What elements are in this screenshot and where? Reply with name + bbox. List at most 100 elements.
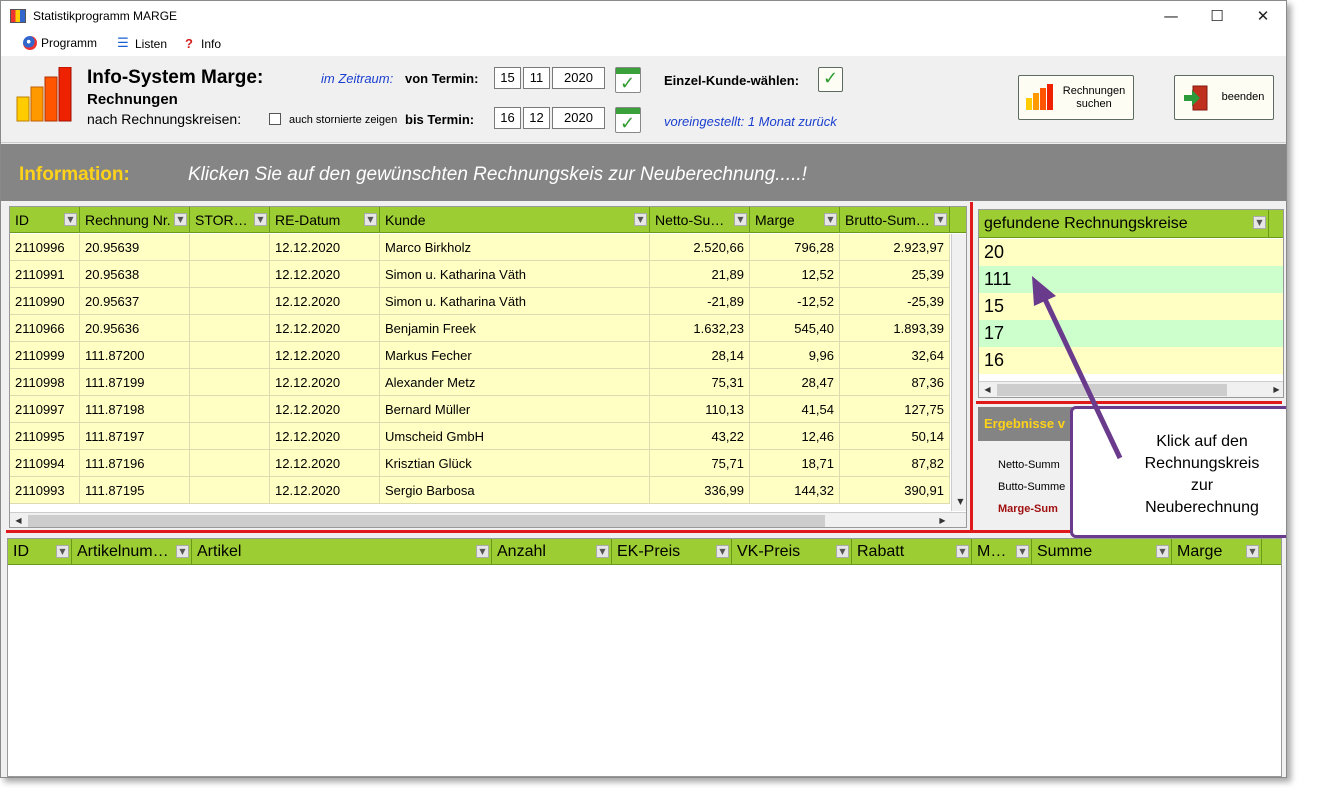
maximize-button[interactable]: ☐ bbox=[1194, 1, 1240, 32]
customer-select-button[interactable]: ✓ bbox=[818, 67, 843, 92]
table-cell: 2110997 bbox=[10, 396, 80, 423]
filter-dropdown-icon[interactable]: ▼ bbox=[64, 213, 77, 226]
invoice-column-header[interactable]: STOR… ▼ bbox=[190, 207, 270, 233]
article-column-header[interactable]: VK-Preis ▼ bbox=[732, 539, 852, 565]
filter-dropdown-icon[interactable]: ▼ bbox=[596, 545, 609, 558]
page-title: Info-System Marge: bbox=[87, 67, 264, 88]
filter-dropdown-icon[interactable]: ▼ bbox=[364, 213, 377, 226]
invoice-circles-header-cell[interactable]: gefundene Rechnungskreise ▼ bbox=[979, 210, 1269, 238]
article-column-header[interactable]: EK-Preis ▼ bbox=[612, 539, 732, 565]
article-column-header[interactable]: Rabatt ▼ bbox=[852, 539, 972, 565]
page-subtitle-2: nach Rechnungskreisen: bbox=[87, 111, 242, 127]
filter-dropdown-icon[interactable]: ▼ bbox=[1246, 545, 1259, 558]
marge-sum-label: Marge-Sum bbox=[998, 503, 1058, 515]
scroll-thumb[interactable] bbox=[28, 515, 825, 527]
filter-dropdown-icon[interactable]: ▼ bbox=[824, 213, 837, 226]
invoice-column-header[interactable]: Marge ▼ bbox=[750, 207, 840, 233]
article-column-header[interactable]: Anzahl ▼ bbox=[492, 539, 612, 565]
article-column-header[interactable]: Summe ▼ bbox=[1032, 539, 1172, 565]
table-row[interactable]: 2110999 111.87200 12.12.2020 Markus Fecher 2… bbox=[10, 342, 950, 369]
scroll-thumb[interactable] bbox=[997, 384, 1227, 396]
list-item[interactable]: 17 bbox=[979, 320, 1283, 347]
filter-dropdown-icon[interactable]: ▼ bbox=[716, 545, 729, 558]
filter-dropdown-icon[interactable]: ▼ bbox=[1156, 545, 1169, 558]
list-item[interactable]: 111 bbox=[979, 266, 1283, 293]
scroll-down-icon[interactable]: ▼ bbox=[952, 494, 966, 510]
storno-checkbox[interactable] bbox=[269, 113, 281, 125]
filter-dropdown-icon[interactable]: ▼ bbox=[934, 213, 947, 226]
table-cell: Marco Birkholz bbox=[380, 234, 650, 261]
filter-dropdown-icon[interactable]: ▼ bbox=[634, 213, 647, 226]
table-row[interactable]: 2110966 20.95636 12.12.2020 Benjamin Freek 1… bbox=[10, 315, 950, 342]
filter-dropdown-icon[interactable]: ▼ bbox=[176, 545, 189, 558]
filter-dropdown-icon[interactable]: ▼ bbox=[836, 545, 849, 558]
scroll-right-icon[interactable]: ▶ bbox=[934, 513, 951, 527]
article-column-header[interactable]: M… ▼ bbox=[972, 539, 1032, 565]
table-cell: 110,13 bbox=[650, 396, 750, 423]
splitter-right[interactable] bbox=[976, 401, 1282, 404]
search-invoices-button[interactable]: Rechnungen suchen bbox=[1018, 75, 1134, 120]
table-cell: 12.12.2020 bbox=[270, 342, 380, 369]
filter-dropdown-icon[interactable]: ▼ bbox=[734, 213, 747, 226]
list-item[interactable]: 15 bbox=[979, 293, 1283, 320]
table-row[interactable]: 2110996 20.95639 12.12.2020 Marco Birkholz 2… bbox=[10, 234, 950, 261]
table-row[interactable]: 2110994 111.87196 12.12.2020 Krisztian Glüc… bbox=[10, 450, 950, 477]
table-cell: Sergio Barbosa bbox=[380, 477, 650, 504]
to-year-input[interactable]: 2020 bbox=[552, 107, 605, 129]
article-column-header[interactable]: Artikelnum… ▼ bbox=[72, 539, 192, 565]
to-calendar-icon[interactable]: ✓ bbox=[615, 107, 641, 134]
table-cell: Bernard Müller bbox=[380, 396, 650, 423]
table-row[interactable]: 2110998 111.87199 12.12.2020 Alexander Metz… bbox=[10, 369, 950, 396]
invoice-vertical-scrollbar[interactable]: ▼ bbox=[951, 234, 966, 511]
table-row[interactable]: 2110993 111.87195 12.12.2020 Sergio Barbosa… bbox=[10, 477, 950, 504]
article-column-header[interactable]: ID ▼ bbox=[8, 539, 72, 565]
article-column-header[interactable]: Artikel ▼ bbox=[192, 539, 492, 565]
list-item[interactable]: 16 bbox=[979, 347, 1283, 374]
menu-listen[interactable]: ☰ Listen bbox=[115, 36, 167, 52]
table-cell: 12.12.2020 bbox=[270, 261, 380, 288]
invoice-circles-scrollbar[interactable]: ◀ ▶ bbox=[979, 381, 1283, 397]
minimize-button[interactable]: — bbox=[1148, 1, 1194, 32]
menu-programm[interactable]: Programm bbox=[23, 36, 97, 50]
table-cell: 12.12.2020 bbox=[270, 234, 380, 261]
window-title: Statistikprogramm MARGE bbox=[33, 9, 178, 23]
chart-logo-icon bbox=[16, 67, 72, 122]
scroll-left-icon[interactable]: ◀ bbox=[979, 382, 996, 397]
invoice-column-header[interactable]: ID ▼ bbox=[10, 207, 80, 233]
table-cell: -12,52 bbox=[750, 288, 840, 315]
invoice-column-header[interactable]: Rechnung Nr. ▼ bbox=[80, 207, 190, 233]
table-row[interactable]: 2110995 111.87197 12.12.2020 Umscheid GmbH 4… bbox=[10, 423, 950, 450]
invoice-column-header[interactable]: Kunde ▼ bbox=[380, 207, 650, 233]
filter-dropdown-icon[interactable]: ▼ bbox=[476, 545, 489, 558]
from-year-input[interactable]: 2020 bbox=[552, 67, 605, 89]
exit-button[interactable]: beenden bbox=[1174, 75, 1274, 120]
invoice-column-label: RE-Datum bbox=[275, 212, 341, 228]
filter-dropdown-icon[interactable]: ▼ bbox=[1253, 216, 1266, 229]
from-calendar-icon[interactable]: ✓ bbox=[615, 67, 641, 94]
invoice-column-header[interactable]: Brutto-Sum… ▼ bbox=[840, 207, 950, 233]
table-row[interactable]: 2110997 111.87198 12.12.2020 Bernard Müller… bbox=[10, 396, 950, 423]
to-day-input[interactable]: 16 bbox=[494, 107, 521, 129]
splitter-vertical[interactable] bbox=[970, 202, 973, 530]
app-window: Statistikprogramm MARGE — ☐ ✕ Programm ☰… bbox=[0, 0, 1287, 778]
filter-dropdown-icon[interactable]: ▼ bbox=[254, 213, 267, 226]
from-month-input[interactable]: 11 bbox=[523, 67, 550, 89]
scroll-left-icon[interactable]: ◀ bbox=[10, 513, 27, 527]
menu-info[interactable]: ? Info bbox=[181, 36, 221, 52]
filter-dropdown-icon[interactable]: ▼ bbox=[174, 213, 187, 226]
filter-dropdown-icon[interactable]: ▼ bbox=[956, 545, 969, 558]
table-row[interactable]: 2110990 20.95637 12.12.2020 Simon u. Kathar… bbox=[10, 288, 950, 315]
invoice-column-header[interactable]: Netto-Su… ▼ bbox=[650, 207, 750, 233]
filter-dropdown-icon[interactable]: ▼ bbox=[56, 545, 69, 558]
scroll-right-icon[interactable]: ▶ bbox=[1268, 382, 1283, 397]
to-month-input[interactable]: 12 bbox=[523, 107, 550, 129]
table-row[interactable]: 2110991 20.95638 12.12.2020 Simon u. Kathar… bbox=[10, 261, 950, 288]
article-column-header[interactable]: Marge ▼ bbox=[1172, 539, 1262, 565]
filter-dropdown-icon[interactable]: ▼ bbox=[1016, 545, 1029, 558]
invoice-column-header[interactable]: RE-Datum ▼ bbox=[270, 207, 380, 233]
from-day-input[interactable]: 15 bbox=[494, 67, 521, 89]
invoice-horizontal-scrollbar[interactable]: ◀ ▶ bbox=[10, 512, 966, 527]
list-item[interactable]: 20 bbox=[979, 239, 1283, 266]
close-button[interactable]: ✕ bbox=[1240, 1, 1286, 32]
globe-icon bbox=[23, 36, 37, 50]
